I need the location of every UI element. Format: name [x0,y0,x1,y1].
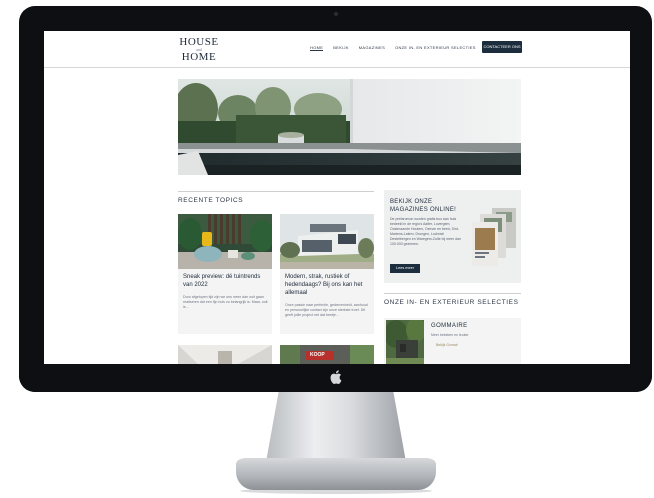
article-image-garden-chair [178,214,272,269]
monitor-stand-neck [266,392,406,462]
website-screen: HOUSE and HOME HOME BEKIJK MAGAZINES ONZ… [44,31,630,364]
selectie-subtitle: Meer bekeken en leuker [431,333,469,337]
nav-item-selecties[interactable]: ONZE IN- EN EXTERIEUR SELECTIES [395,45,476,51]
read-more-button[interactable]: Lees meer [390,264,420,273]
selectie-card[interactable]: GOMMAIRE Meer bekeken en leuker Bekijk G… [384,318,521,364]
promo-text: De prefaromon worden gratis bus aan huis… [390,217,461,246]
nav-item-home[interactable]: HOME [310,45,324,51]
article-image-modern-house [280,214,374,269]
article-card-4[interactable]: KOOP [280,345,374,364]
selectie-title[interactable]: GOMMAIRE [431,323,468,329]
selectie-link[interactable]: Bekijk Gomair [436,343,458,347]
shop-sign-text: KOOP [310,352,325,358]
recent-topics-rule [178,191,374,192]
logo-word-house: HOUSE [179,36,219,48]
article-image-interior [178,345,272,364]
logo-word-home: HOME [181,51,217,63]
camera-icon [334,12,338,16]
article-card-1[interactable]: Sneak preview: dé tuintrends van 2022 Do… [178,214,272,334]
site-header: HOUSE and HOME HOME BEKIJK MAGAZINES ONZ… [44,31,630,68]
magazines-promo: BEKIJK ONZE MAGAZINES ONLINE! De prefaro… [384,190,521,283]
hero-garden-pool-image [178,79,521,175]
article-card-3[interactable] [178,345,272,364]
article-excerpt-2: Onze passie naar perfectie, gedrevenheid… [285,303,368,317]
magazine-covers-image [472,208,516,266]
monitor-stand-foot [236,458,436,490]
selecties-heading: ONZE IN- EN EXTERIEUR SELECTIES [384,299,519,306]
recent-topics-heading: RECENTE TOPICS [178,197,244,204]
article-title-1[interactable]: Sneak preview: dé tuintrends van 2022 [183,273,269,289]
hero-image [178,79,521,175]
article-card-2[interactable]: Modern, strak, rustiek of hedendaags? Bi… [280,214,374,334]
article-excerpt-1: Door afgelopen tijd zijn we ons meer dan… [183,295,268,309]
site-logo[interactable]: HOUSE and HOME [179,36,219,63]
contact-button[interactable]: CONTACTEER ONS [482,41,522,53]
nav-item-bekijk[interactable]: BEKIJK [333,45,349,51]
promo-title: BEKIJK ONZE MAGAZINES ONLINE! [390,199,457,213]
selectie-image-house [386,320,424,364]
selecties-rule [384,293,521,294]
nav-item-magazines[interactable]: MAGAZINES [359,45,385,51]
article-image-shopfront [280,345,374,364]
article-title-2[interactable]: Modern, strak, rustiek of hedendaags? Bi… [285,273,371,297]
apple-logo-icon [330,370,342,384]
